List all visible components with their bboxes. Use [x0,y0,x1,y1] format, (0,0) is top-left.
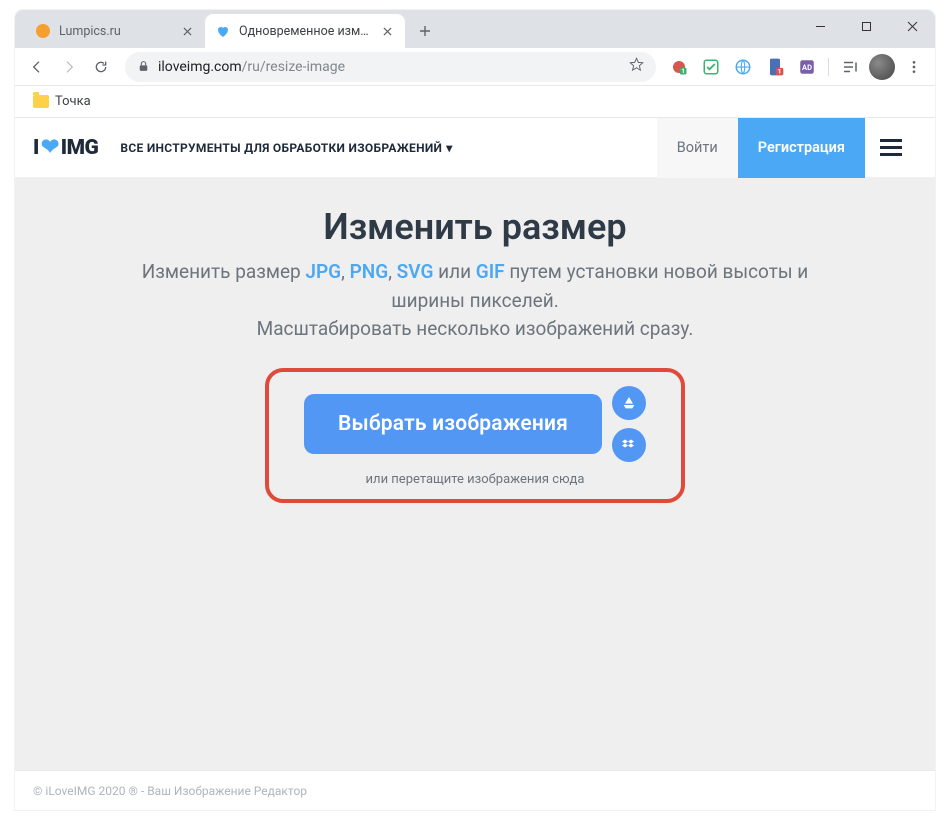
favicon-lumpics [35,23,51,39]
extension-icon[interactable] [730,54,756,80]
folder-icon [33,95,49,108]
upload-button-label: Выбрать изображения [338,412,568,436]
svg-text:1: 1 [778,67,782,75]
browser-toolbar: iloveimg.com/ru/resize-image 1 1 AD [15,48,935,86]
tools-dropdown[interactable]: ВСЕ ИНСТРУМЕНТЫ ДЛЯ ОБРАБОТКИ ИЗОБРАЖЕНИ… [120,141,452,155]
profile-avatar[interactable] [869,54,895,80]
extension-icon[interactable]: 1 [762,54,788,80]
tab-title: Одновременное изменение ра [239,24,375,39]
bookmark-item[interactable]: Точка [29,92,95,111]
browser-tab-lumpics[interactable]: Lumpics.ru [25,14,205,48]
footer-text: © iLoveIMG 2020 ® - Ваш Изображение Реда… [33,784,307,798]
hamburger-icon [880,146,902,149]
bookmark-label: Точка [55,94,91,109]
dropbox-icon [621,437,637,453]
reload-button[interactable] [87,53,115,81]
titlebar: Lumpics.ru Одновременное изменение ра [15,10,935,48]
lock-icon [137,60,150,73]
google-drive-icon [621,395,637,411]
tools-menu-label: ВСЕ ИНСТРУМЕНТЫ ДЛЯ ОБРАБОТКИ ИЗОБРАЖЕНИ… [120,141,442,155]
site-logo[interactable]: I ❤ IMG [33,135,98,160]
extension-icon[interactable]: 1 [666,54,692,80]
browser-tab-iloveimg[interactable]: Одновременное изменение ра [205,14,405,48]
drag-hint-text: или перетащите изображения сюда [366,472,585,487]
page-subtitle: Изменить размер JPG, PNG, SVG или GIF пу… [115,258,835,344]
heart-icon: ❤ [41,135,59,160]
page-title: Изменить размер [323,206,626,248]
window-close-button[interactable] [889,10,935,42]
url-text: iloveimg.com/ru/resize-image [158,59,621,75]
svg-text:1: 1 [681,68,684,75]
login-label: Войти [677,139,718,156]
google-drive-button[interactable] [612,386,646,420]
signup-button[interactable]: Регистрация [738,118,865,178]
close-icon[interactable] [179,23,195,39]
logo-text: IMG [61,136,99,160]
window-maximize-button[interactable] [843,10,889,42]
browser-menu-button[interactable] [901,54,927,80]
new-tab-button[interactable] [411,17,439,45]
favicon-iloveimg [215,23,231,39]
bookmark-star-icon[interactable] [629,57,644,76]
back-button[interactable] [23,53,51,81]
address-bar[interactable]: iloveimg.com/ru/resize-image [125,52,656,82]
forward-button[interactable] [55,53,83,81]
bookmarks-bar: Точка [15,86,935,118]
login-button[interactable]: Войти [657,118,738,178]
reading-list-icon[interactable] [837,54,863,80]
logo-text: I [33,136,39,160]
svg-text:AD: AD [802,63,812,72]
signup-label: Регистрация [758,139,845,156]
chevron-down-icon: ▾ [446,141,452,155]
menu-button[interactable] [865,118,917,178]
dropbox-button[interactable] [612,428,646,462]
extension-icon[interactable] [698,54,724,80]
extension-icon[interactable]: AD [794,54,820,80]
window-minimize-button[interactable] [797,10,843,42]
site-footer: © iLoveIMG 2020 ® - Ваш Изображение Реда… [15,770,935,810]
main-content: Изменить размер Изменить размер JPG, PNG… [15,178,935,770]
select-images-button[interactable]: Выбрать изображения [304,394,602,454]
toolbar-divider [828,58,829,76]
site-header: I ❤ IMG ВСЕ ИНСТРУМЕНТЫ ДЛЯ ОБРАБОТКИ ИЗ… [15,118,935,178]
upload-callout: Выбрать изображения или перетащите изобр… [265,368,685,503]
close-icon[interactable] [379,23,395,39]
tab-title: Lumpics.ru [59,24,175,39]
